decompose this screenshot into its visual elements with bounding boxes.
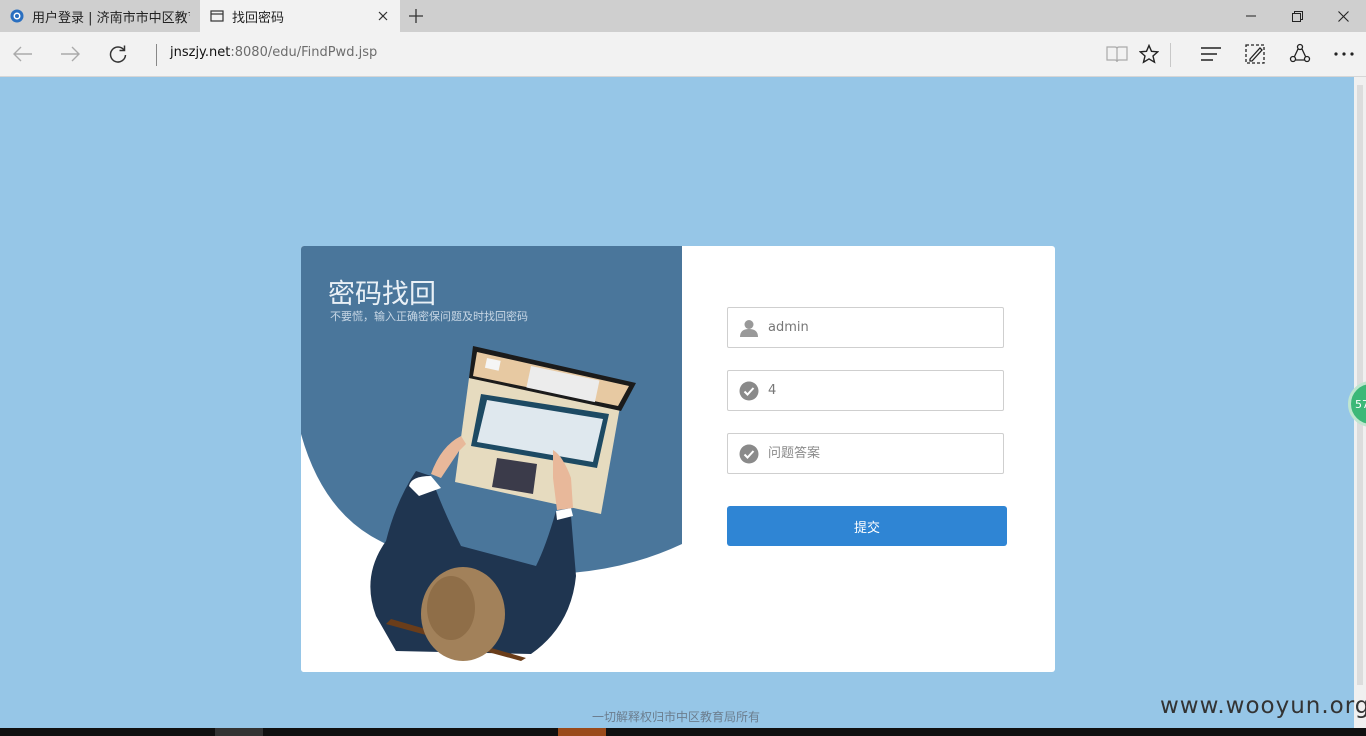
submit-button[interactable]: 提交 — [727, 506, 1007, 546]
security-question-input[interactable] — [768, 383, 988, 398]
tab-user-login[interactable]: 用户登录 | 济南市市中区教育 — [0, 0, 200, 32]
toolbar-divider — [1170, 43, 1171, 67]
refresh-icon[interactable] — [103, 40, 133, 68]
url-divider — [156, 44, 157, 66]
more-icon[interactable] — [1329, 40, 1359, 68]
page-subtitle: 不要慌，输入正确密保问题及时找回密码 — [330, 310, 528, 323]
floating-badge[interactable]: 57 — [1348, 381, 1366, 427]
restore-icon[interactable] — [1274, 0, 1320, 32]
address-bar: jnszjy.net:8080/edu/FindPwd.jsp — [0, 32, 1366, 77]
url-field[interactable]: jnszjy.net:8080/edu/FindPwd.jsp — [170, 45, 377, 60]
url-path: :8080/edu/FindPwd.jsp — [230, 45, 378, 60]
page-icon — [210, 10, 224, 22]
security-question-field[interactable] — [727, 370, 1004, 411]
tab-title: 找回密码 — [232, 10, 285, 26]
plus-icon[interactable] — [404, 4, 428, 28]
tab-find-password[interactable]: 找回密码 — [200, 0, 400, 32]
footer-copyright: 一切解释权归市中区教育局所有 — [592, 710, 761, 724]
site-favicon-icon — [10, 9, 24, 23]
back-arrow-icon[interactable] — [8, 40, 38, 68]
user-icon — [739, 318, 759, 338]
forward-arrow-icon[interactable] — [55, 40, 85, 68]
tab-bar: 用户登录 | 济南市市中区教育 找回密码 — [0, 0, 1366, 32]
taskbar-app[interactable] — [558, 728, 606, 736]
minimize-icon[interactable] — [1228, 0, 1274, 32]
username-field[interactable] — [727, 307, 1004, 348]
username-input[interactable] — [768, 320, 988, 335]
check-circle-icon — [739, 381, 759, 401]
web-note-icon[interactable] — [1240, 40, 1270, 68]
url-host: jnszjy.net — [170, 45, 231, 60]
tab-close-icon[interactable] — [374, 7, 392, 25]
answer-input[interactable] — [768, 446, 988, 461]
share-icon[interactable] — [1285, 40, 1315, 68]
reading-view-icon[interactable] — [1102, 40, 1132, 68]
page-title: 密码找回 — [328, 279, 436, 310]
taskbar — [0, 728, 1366, 736]
hub-icon[interactable] — [1196, 40, 1226, 68]
taskbar-app[interactable] — [215, 728, 263, 736]
watermark: www.wooyun.org — [1160, 693, 1366, 719]
find-password-card: 密码找回 不要慌，输入正确密保问题及时找回密码 提交 — [301, 246, 1055, 672]
answer-field[interactable] — [727, 433, 1004, 474]
close-icon[interactable] — [1320, 0, 1366, 32]
check-circle-icon — [739, 444, 759, 464]
tab-title: 用户登录 | 济南市市中区教育 — [32, 10, 190, 26]
favorite-star-icon[interactable] — [1134, 40, 1164, 68]
